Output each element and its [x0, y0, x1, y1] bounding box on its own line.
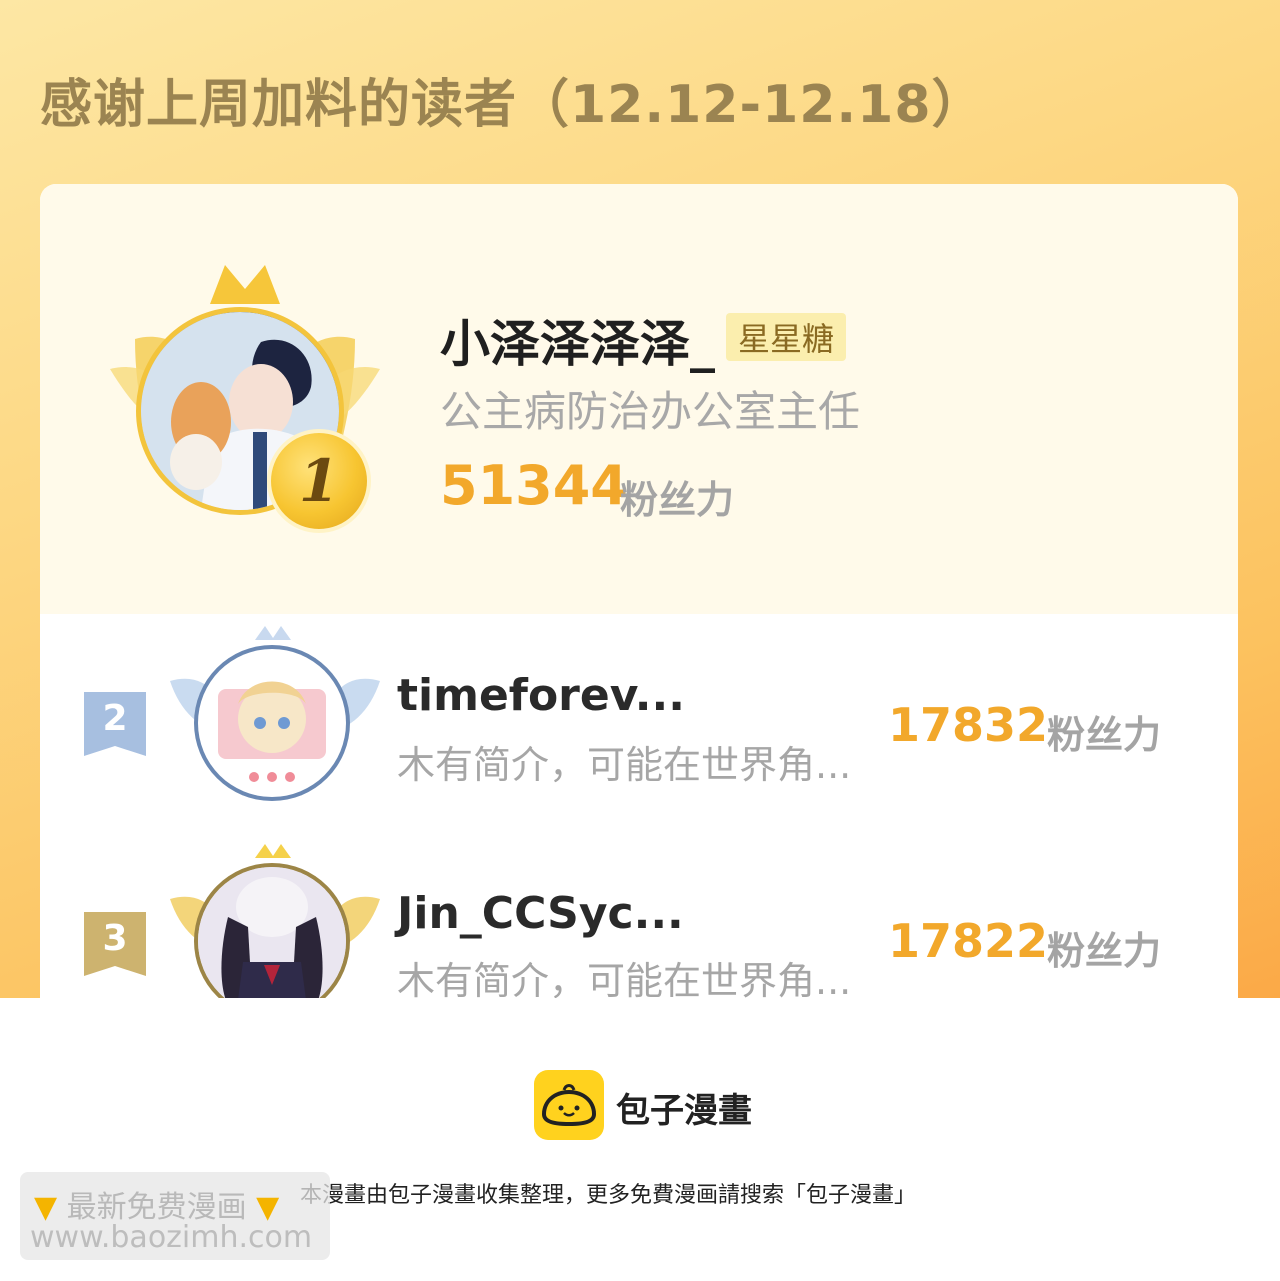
- ranking-banner: 感谢上周加料的读者（12.12-12.18） 1 小泽泽泽泽_ 星星糖 公主病防…: [0, 0, 1280, 998]
- reader-description: 木有简介，可能在世界角...: [397, 959, 852, 998]
- avatar[interactable]: [198, 649, 346, 797]
- silver-laurel-icon: [170, 626, 380, 826]
- watermark-url: www.baozimh.com: [30, 1220, 313, 1255]
- footer-brand: 包子漫畫: [616, 1091, 752, 1131]
- reader-score: 17832: [888, 698, 1049, 752]
- reader-description: 木有简介，可能在世界角...: [397, 743, 852, 787]
- reader-score-unit: 粉丝力: [1047, 929, 1162, 973]
- reader-score: 17822: [888, 914, 1049, 968]
- first-place-score: 51344: [440, 454, 628, 517]
- rank-flag: 2: [84, 692, 146, 756]
- first-place-name[interactable]: 小泽泽泽泽_: [440, 304, 715, 376]
- reader-score-unit: 粉丝力: [1047, 713, 1162, 757]
- first-place-unit: 粉丝力: [620, 478, 735, 522]
- banner-title: 感谢上周加料的读者（12.12-12.18）: [40, 75, 985, 135]
- user-badge: 星星糖: [726, 313, 847, 361]
- watermark: ▼ 最新免费漫画 ▼ www.baozimh.com: [20, 1172, 330, 1260]
- baozi-logo-icon: [534, 1070, 604, 1140]
- rank-number: 3: [102, 918, 128, 959]
- rank-flag: 3: [84, 912, 146, 976]
- bronze-laurel-icon: [170, 844, 380, 998]
- list-item[interactable]: 2 timeforev... 木有简介，可能在世界角... 17832 粉丝力: [40, 626, 1238, 826]
- footer-note: 本漫畫由包子漫畫收集整理，更多免費漫画請搜索「包子漫畫」: [300, 1183, 917, 1208]
- list-item[interactable]: 3 Jin_CCSyc... 木有简介，可能在世界角... 17822 粉丝力: [40, 844, 1238, 998]
- rank-1-coin: 1: [267, 429, 371, 533]
- reader-name[interactable]: Jin_CCSyc...: [397, 888, 684, 939]
- first-place-description: 公主病防治办公室主任: [440, 387, 861, 436]
- rank-number: 2: [102, 698, 128, 739]
- reader-name[interactable]: timeforev...: [397, 670, 685, 721]
- ranking-card: 1 小泽泽泽泽_ 星星糖 公主病防治办公室主任 51344 粉丝力 2 time…: [40, 184, 1238, 998]
- first-place-section[interactable]: 1 小泽泽泽泽_ 星星糖 公主病防治办公室主任 51344 粉丝力: [40, 184, 1238, 614]
